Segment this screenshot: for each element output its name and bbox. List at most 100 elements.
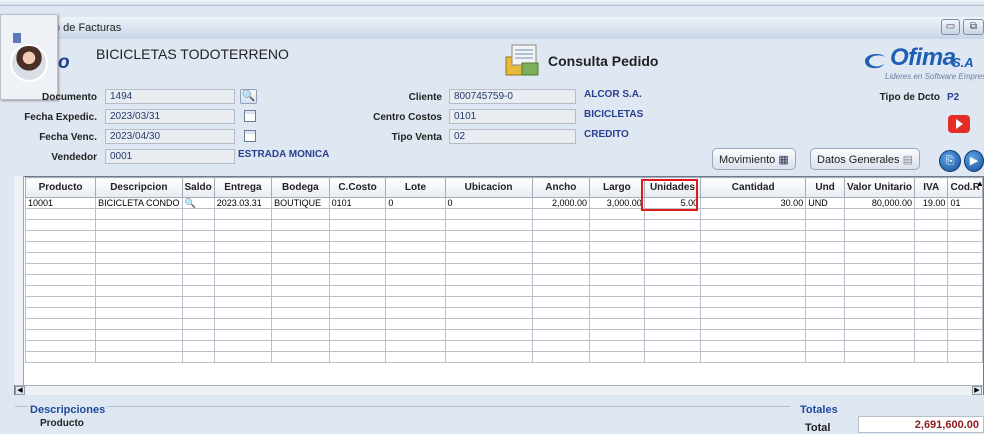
table-row[interactable] — [24, 329, 983, 341]
table-cell[interactable] — [589, 351, 645, 363]
table-cell[interactable] — [700, 329, 807, 341]
table-cell[interactable] — [531, 351, 591, 363]
table-cell[interactable] — [444, 296, 533, 308]
table-cell[interactable] — [181, 252, 215, 264]
table-cell[interactable] — [805, 274, 845, 286]
table-cell[interactable] — [589, 208, 645, 220]
table-cell[interactable] — [328, 274, 387, 286]
table-cell[interactable] — [444, 230, 533, 242]
table-cell[interactable] — [95, 219, 183, 231]
table-cell[interactable] — [213, 307, 273, 319]
table-cell[interactable]: 10001 — [24, 197, 97, 209]
table-cell[interactable] — [24, 230, 97, 242]
play-icon[interactable]: ▶ — [964, 150, 984, 172]
table-cell[interactable] — [913, 230, 949, 242]
table-cell[interactable] — [385, 285, 446, 297]
table-cell[interactable] — [328, 241, 387, 253]
table-cell[interactable] — [24, 340, 97, 352]
table-cell[interactable] — [213, 340, 273, 352]
table-cell[interactable] — [24, 296, 97, 308]
table-cell[interactable] — [444, 307, 533, 319]
table-cell[interactable] — [947, 241, 983, 253]
table-row[interactable] — [24, 307, 983, 319]
table-cell[interactable] — [444, 285, 533, 297]
table-cell[interactable]: 19.00 — [913, 197, 949, 209]
table-cell[interactable] — [181, 285, 215, 297]
table-cell[interactable] — [843, 351, 915, 363]
table-cell[interactable] — [531, 318, 591, 330]
table-cell[interactable] — [531, 285, 591, 297]
table-cell[interactable] — [589, 318, 645, 330]
table-cell[interactable] — [589, 329, 645, 341]
table-row[interactable] — [24, 241, 983, 253]
table-cell[interactable] — [947, 219, 983, 231]
table-cell[interactable] — [181, 296, 215, 308]
table-cell[interactable] — [213, 318, 273, 330]
table-cell[interactable]: 2,000.00 — [531, 197, 591, 209]
table-cell[interactable] — [531, 329, 591, 341]
column-header[interactable]: Largo — [589, 177, 645, 198]
table-cell[interactable] — [531, 263, 591, 275]
table-cell[interactable] — [805, 252, 845, 264]
table-cell[interactable]: 0101 — [328, 197, 387, 209]
fecha-expedic-field[interactable]: 2023/03/31 — [105, 109, 235, 124]
table-cell[interactable] — [95, 285, 183, 297]
table-cell[interactable]: BOUTIQUE — [271, 197, 330, 209]
table-cell[interactable] — [328, 263, 387, 275]
table-cell[interactable] — [213, 329, 273, 341]
table-cell[interactable] — [947, 307, 983, 319]
table-cell[interactable] — [947, 252, 983, 264]
table-cell[interactable]: 3,000.00 — [589, 197, 645, 209]
table-cell[interactable] — [24, 318, 97, 330]
cliente-field[interactable]: 800745759-0 — [449, 89, 576, 104]
table-cell[interactable] — [700, 285, 807, 297]
table-cell[interactable] — [643, 241, 702, 253]
table-cell[interactable] — [213, 208, 273, 220]
table-cell[interactable]: 🔍 — [181, 197, 215, 209]
table-cell[interactable] — [843, 307, 915, 319]
table-cell[interactable] — [328, 351, 387, 363]
table-cell[interactable] — [589, 252, 645, 264]
column-header[interactable]: Cantidad — [700, 177, 807, 198]
table-cell[interactable] — [913, 296, 949, 308]
table-cell[interactable] — [805, 285, 845, 297]
table-cell[interactable] — [531, 307, 591, 319]
table-cell[interactable] — [643, 318, 702, 330]
table-cell[interactable] — [444, 318, 533, 330]
table-cell[interactable] — [95, 351, 183, 363]
column-header[interactable]: Saldo — [181, 177, 215, 198]
table-cell[interactable] — [444, 208, 533, 220]
table-cell[interactable] — [444, 274, 533, 286]
table-cell[interactable] — [271, 340, 330, 352]
column-header[interactable]: Lote — [385, 177, 446, 198]
table-cell[interactable] — [531, 252, 591, 264]
table-cell[interactable] — [913, 318, 949, 330]
table-cell[interactable] — [24, 208, 97, 220]
table-cell[interactable] — [700, 208, 807, 220]
avatar[interactable] — [10, 44, 48, 82]
table-row[interactable] — [24, 230, 983, 242]
table-cell[interactable] — [24, 307, 97, 319]
table-cell[interactable] — [643, 285, 702, 297]
table-row[interactable] — [24, 318, 983, 330]
detail-grid[interactable]: Producto Descripcion Saldo Entrega Bodega C.C… — [14, 176, 984, 395]
table-cell[interactable] — [805, 241, 845, 253]
table-cell[interactable] — [913, 340, 949, 352]
table-cell[interactable]: UND — [805, 197, 845, 209]
table-cell[interactable] — [805, 318, 845, 330]
table-cell[interactable] — [843, 208, 915, 220]
table-cell[interactable] — [444, 241, 533, 253]
table-cell[interactable] — [385, 329, 446, 341]
datos-generales-button[interactable]: Datos Generales ▤ — [810, 148, 921, 170]
table-cell[interactable] — [700, 230, 807, 242]
table-cell[interactable] — [947, 296, 983, 308]
table-cell[interactable] — [700, 219, 807, 231]
table-cell[interactable] — [181, 351, 215, 363]
horizontal-scrollbar[interactable]: ◀ ▶ — [15, 385, 983, 395]
table-cell[interactable] — [328, 296, 387, 308]
table-cell[interactable] — [444, 351, 533, 363]
table-cell[interactable] — [328, 285, 387, 297]
movimiento-button[interactable]: Movimiento ▦ — [712, 148, 796, 170]
table-cell[interactable] — [913, 263, 949, 275]
table-cell[interactable] — [843, 219, 915, 231]
